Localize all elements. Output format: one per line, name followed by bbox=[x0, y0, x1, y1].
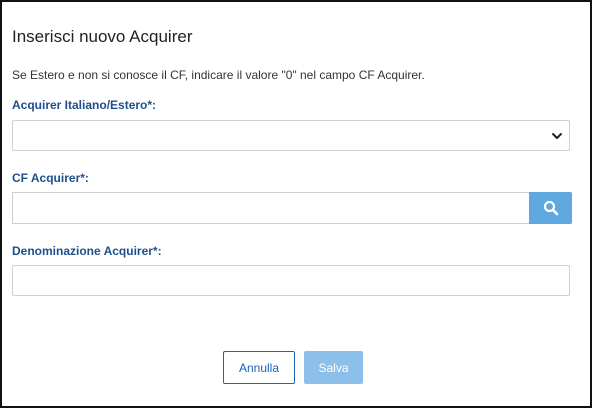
name-field-wrapper bbox=[12, 265, 570, 296]
cf-input[interactable] bbox=[13, 193, 529, 223]
cf-hint-text: Se Estero e non si conosce il CF, indica… bbox=[12, 68, 425, 82]
cf-search-button[interactable] bbox=[529, 192, 572, 224]
save-button[interactable]: Salva bbox=[304, 351, 363, 384]
cf-field-wrapper bbox=[12, 192, 529, 224]
name-label: Denominazione Acquirer*: bbox=[12, 244, 162, 258]
origin-label: Acquirer Italiano/Estero*: bbox=[12, 98, 157, 112]
origin-select[interactable] bbox=[12, 120, 570, 151]
new-acquirer-dialog: Inserisci nuovo Acquirer Se Estero e non… bbox=[0, 0, 592, 408]
cf-search-group bbox=[12, 192, 572, 224]
chevron-down-icon bbox=[552, 133, 562, 139]
cf-label: CF Acquirer*: bbox=[12, 171, 89, 185]
dialog-title: Inserisci nuovo Acquirer bbox=[12, 27, 193, 46]
search-icon bbox=[543, 200, 558, 216]
cancel-button[interactable]: Annulla bbox=[223, 351, 295, 384]
name-input[interactable] bbox=[13, 266, 569, 295]
